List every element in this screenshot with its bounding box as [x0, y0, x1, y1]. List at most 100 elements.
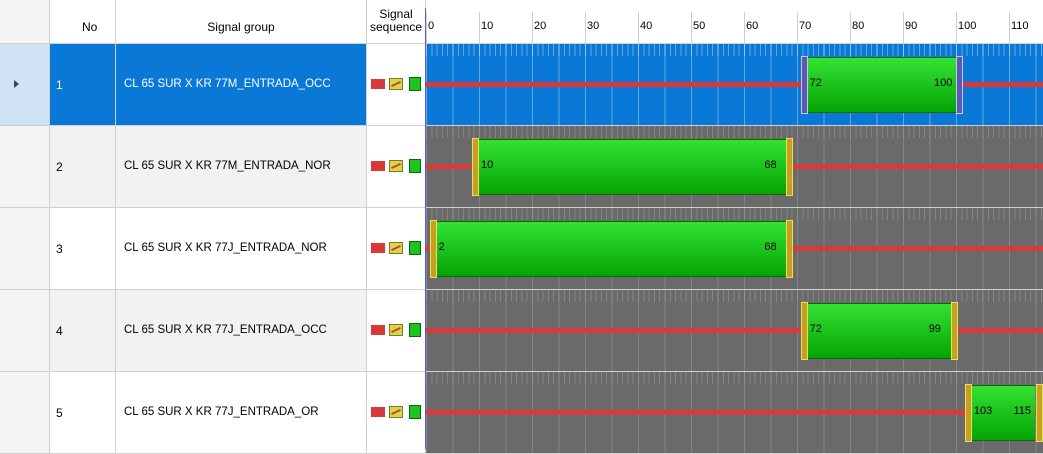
timeline-cursor[interactable]	[425, 8, 426, 449]
amber-signal-icon	[389, 160, 403, 172]
green-end-handle[interactable]	[786, 220, 794, 278]
row-number-cell[interactable]: 2	[50, 126, 116, 208]
signal-timeline[interactable]: 72 100	[426, 44, 1043, 126]
row-selector[interactable]	[0, 290, 50, 372]
green-signal-icon	[409, 241, 421, 255]
row-number-cell[interactable]: 5	[50, 372, 116, 454]
green-end-label: 68	[764, 241, 777, 253]
signal-sequence-cell[interactable]	[367, 44, 426, 126]
red-phase-line	[426, 410, 1043, 415]
tick-label: 30	[587, 20, 600, 32]
column-header-signal-sequence[interactable]: Signal sequence	[367, 0, 426, 44]
signal-group-name: CL 65 SUR X KR 77J_ENTRADA_OR	[124, 406, 319, 418]
green-end-handle[interactable]	[956, 56, 963, 114]
green-start-label: 72	[809, 77, 822, 89]
green-end-handle[interactable]	[1035, 384, 1043, 442]
column-header-no[interactable]: No	[50, 0, 116, 44]
tick-label: 80	[852, 20, 865, 32]
green-end-label: 100	[934, 77, 953, 89]
amber-signal-icon	[389, 406, 403, 418]
amber-signal-icon	[389, 324, 403, 336]
green-start-handle[interactable]	[800, 302, 808, 360]
green-signal-icon	[409, 159, 421, 173]
tick-mark	[691, 12, 692, 44]
green-start-handle[interactable]	[964, 384, 972, 442]
row-number: 1	[56, 78, 63, 92]
green-start-handle[interactable]	[472, 138, 479, 196]
row-number: 2	[56, 160, 63, 174]
row-number-cell[interactable]: 1	[50, 44, 116, 126]
signal-group-name: CL 65 SUR X KR 77J_ENTRADA_OCC	[124, 324, 327, 336]
signal-timeline[interactable]: 72 99	[426, 290, 1043, 372]
amber-signal-icon	[389, 242, 403, 254]
tick-mark	[426, 12, 427, 44]
tick-label: 60	[746, 20, 759, 32]
green-end-handle[interactable]	[786, 138, 794, 196]
timeline-header: 0 10 20 30 40 50 60 70 80 90 100 110	[426, 0, 1043, 44]
signal-group-cell[interactable]: CL 65 SUR X KR 77J_ENTRADA_NOR	[116, 208, 367, 290]
signal-group-cell[interactable]: CL 65 SUR X KR 77M_ENTRADA_NOR	[116, 126, 367, 208]
red-signal-icon	[371, 243, 385, 253]
red-signal-icon	[371, 79, 385, 89]
tick-label: 0	[428, 20, 435, 32]
signal-group-row[interactable]: 4 CL 65 SUR X KR 77J_ENTRADA_OCC 72 99	[0, 290, 1043, 372]
signal-group-cell[interactable]: CL 65 SUR X KR 77J_ENTRADA_OCC	[116, 290, 367, 372]
signal-group-cell[interactable]: CL 65 SUR X KR 77J_ENTRADA_OR	[116, 372, 367, 454]
row-number: 5	[56, 406, 63, 420]
tick-mark	[585, 12, 586, 44]
green-end-label: 68	[764, 159, 777, 171]
green-phase-bar[interactable]	[479, 139, 787, 195]
green-start-handle[interactable]	[429, 220, 437, 278]
tick-mark	[1009, 12, 1010, 44]
tick-label: 110	[1011, 20, 1029, 32]
tick-mark	[797, 12, 798, 44]
row-selector[interactable]	[0, 208, 50, 290]
red-signal-icon	[371, 161, 385, 171]
signal-group-name: CL 65 SUR X KR 77M_ENTRADA_NOR	[124, 160, 331, 172]
signal-group-row[interactable]: 2 CL 65 SUR X KR 77M_ENTRADA_NOR 10 68	[0, 126, 1043, 208]
row-selector[interactable]	[0, 126, 50, 208]
signal-sequence-cell[interactable]	[367, 208, 426, 290]
row-number: 3	[56, 242, 63, 256]
signal-sequence-cell[interactable]	[367, 290, 426, 372]
row-selector[interactable]	[0, 44, 50, 126]
row-selector[interactable]	[0, 372, 50, 454]
green-start-label: 72	[809, 323, 822, 335]
signal-group-name: CL 65 SUR X KR 77J_ENTRADA_NOR	[124, 242, 327, 254]
row-number: 4	[56, 324, 63, 338]
tick-label: 50	[693, 20, 706, 32]
tick-mark	[956, 12, 957, 44]
signal-group-name: CL 65 SUR X KR 77M_ENTRADA_OCC	[124, 78, 331, 90]
signal-timeline[interactable]: 103 115	[426, 372, 1043, 454]
signal-group-row[interactable]: 1 CL 65 SUR X KR 77M_ENTRADA_OCC 72 100	[0, 44, 1043, 126]
tick-label: 70	[799, 20, 812, 32]
signal-group-row[interactable]: 5 CL 65 SUR X KR 77J_ENTRADA_OR 103 115	[0, 372, 1043, 454]
tick-label: 40	[640, 20, 653, 32]
signal-timeline[interactable]: 10 68	[426, 126, 1043, 208]
tick-mark	[638, 12, 639, 44]
signal-group-cell[interactable]: CL 65 SUR X KR 77M_ENTRADA_OCC	[116, 44, 367, 126]
red-signal-icon	[371, 407, 385, 417]
red-signal-icon	[371, 325, 385, 335]
green-end-label: 115	[1013, 405, 1032, 417]
signal-group-row[interactable]: 3 CL 65 SUR X KR 77J_ENTRADA_NOR 2 68	[0, 208, 1043, 290]
green-start-handle[interactable]	[800, 56, 808, 114]
signal-sequence-cell[interactable]	[367, 126, 426, 208]
green-signal-icon	[409, 77, 421, 91]
signal-timeline[interactable]: 2 68	[426, 208, 1043, 290]
column-header-signal-group[interactable]: Signal group	[116, 0, 367, 44]
amber-signal-icon	[389, 78, 403, 90]
row-pointer-icon	[14, 80, 19, 88]
tick-label: 100	[958, 20, 977, 32]
green-start-label: 103	[973, 405, 993, 417]
green-end-handle[interactable]	[950, 302, 958, 360]
green-start-label: 2	[438, 241, 445, 253]
signal-sequence-cell[interactable]	[367, 372, 426, 454]
tick-label: 20	[534, 20, 547, 32]
tick-mark	[532, 12, 533, 44]
row-number-cell[interactable]: 3	[50, 208, 116, 290]
tick-mark	[479, 12, 480, 44]
green-phase-bar[interactable]	[436, 221, 787, 277]
row-number-cell[interactable]: 4	[50, 290, 116, 372]
tick-mark	[903, 12, 904, 44]
